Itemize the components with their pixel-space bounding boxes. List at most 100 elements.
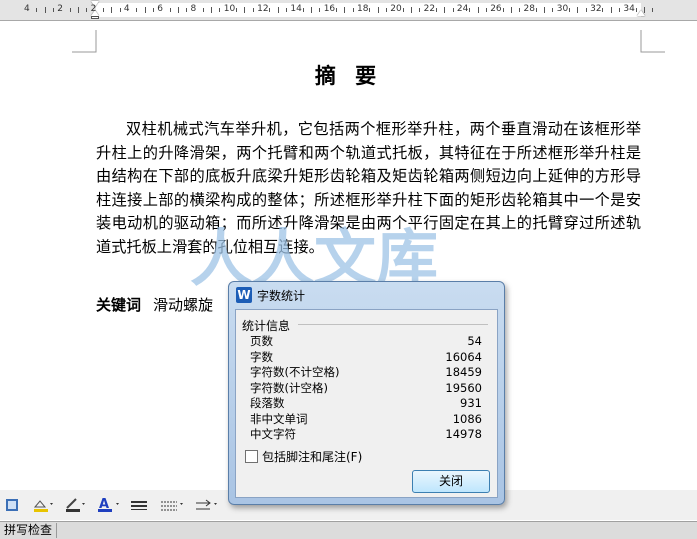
ruler-label: 32 [590,4,602,14]
ruler-label: 30 [556,4,569,14]
ruler-label: 24 [456,4,469,14]
ruler-tick [402,8,404,12]
select-objects-icon[interactable] [3,497,21,513]
ruler-tick [352,8,354,12]
wps-writer-icon: W [236,287,252,303]
ruler-tick [69,8,71,12]
ruler-tick [477,7,479,13]
statistics-group-label: 统计信息 [242,319,291,333]
arrow-style-icon[interactable] [195,497,221,513]
ruler-label: 6 [157,4,163,14]
group-divider [298,324,488,325]
ruler-tick [86,8,88,12]
ruler-label: 2 [57,4,64,14]
ruler-label: 4 [123,4,130,14]
ruler-tick [244,7,246,13]
ruler-tick [236,8,238,12]
ruler-tick [202,8,204,12]
horizontal-ruler[interactable]: 4 2 2 4 6 8 10 12 14 16 18 20 22 24 26 28 30 32 34 [0,0,697,21]
stat-value: 54 [467,334,482,348]
stat-value: 19560 [445,380,482,395]
ruler-tick [369,8,371,12]
ruler-tick [419,8,421,12]
stat-row: 中文字符 14978 [250,427,482,443]
stat-label: 中文字符 [250,427,296,441]
dialog-title: 字数统计 [257,289,306,303]
ruler-tick [410,7,412,13]
line-color-icon[interactable] [64,497,86,513]
stat-row: 非中文单词 1086 [250,412,482,428]
font-color-icon[interactable]: A [97,497,123,513]
ruler-label: 4 [24,4,30,14]
ruler-label: 12 [257,4,269,14]
ruler-tick [152,8,154,12]
close-button[interactable]: 关闭 [412,470,490,493]
status-bar: 拼写检查 [0,521,697,539]
stat-row: 字数 16064 [250,350,482,366]
ruler-label: 2 [90,4,97,14]
ruler-tick [585,8,587,12]
ruler-tick [44,7,46,13]
ruler-tick [144,7,146,13]
ruler-tick [485,8,487,12]
fill-color-icon[interactable] [32,497,54,513]
ruler-label: 22 [423,4,436,14]
keywords-label: 关键词 [96,296,142,314]
ruler-label: 10 [223,4,236,14]
page-corner-top-right [640,30,665,53]
ruler-tick [211,7,213,13]
include-footnotes-checkbox[interactable] [245,450,258,463]
dash-style-icon[interactable] [160,497,186,513]
ruler-label: 26 [490,4,502,14]
ruler-label: 8 [190,4,197,14]
spell-check-status[interactable]: 拼写检查 [0,523,58,538]
ruler-tick [252,8,254,12]
ruler-tick [510,7,512,13]
ruler-tick [619,8,621,12]
ruler-tick [319,8,321,12]
stat-value: 14978 [445,427,482,441]
ruler-tick [577,7,579,13]
stat-label: 字符数(计空格) [250,380,328,395]
dialog-titlebar[interactable]: W 字数统计 [229,282,504,308]
ruler-tick [635,8,637,12]
keywords-value: 滑动螺旋 [153,296,214,314]
ruler-tick [519,8,521,12]
include-footnotes-label[interactable]: 包括脚注和尾注(F) [262,448,362,465]
ruler-tick [344,7,346,13]
ruler-tick [186,8,188,12]
stat-row: 字符数(不计空格) 18459 [250,365,482,381]
stat-label: 字数 [250,349,273,364]
ruler-label: 16 [323,4,336,14]
ruler-tick [277,7,279,13]
ruler-label: 20 [390,4,402,14]
word-count-dialog: W 字数统计 统计信息 页数 54 字数 16064 字符数(不计空格) 18459 字符数… [228,281,505,505]
stat-row: 页数 54 [250,334,482,350]
ruler-tick [377,7,379,13]
stat-row: 字符数(计空格) 19560 [250,381,482,397]
keywords-line[interactable]: 关键词 滑动螺旋 [96,294,213,315]
ruler-tick [385,8,387,12]
stat-value: 1086 [452,411,482,426]
ruler-label: 18 [357,4,369,14]
ruler-tick [644,7,646,13]
stat-value: 16064 [445,349,482,364]
line-style-icon[interactable] [130,497,148,513]
ruler-tick [544,7,546,13]
ruler-tick [444,7,446,13]
stat-value: 931 [460,396,482,410]
ruler-tick [652,8,654,12]
stat-label: 页数 [250,334,273,348]
ruler-tick [177,7,179,13]
ruler-tick [336,8,338,12]
ruler-tick [286,8,288,12]
ruler-tick [219,8,221,12]
ruler-tick [169,8,171,12]
stat-label: 非中文单词 [250,411,308,426]
stat-label: 段落数 [250,396,285,410]
ruler-tick [569,8,571,12]
ruler-label: 34 [623,4,635,14]
document-title: 摘 要 [314,64,383,88]
page-corner-top-left [72,30,97,53]
abstract-paragraph[interactable]: 双柱机械式汽车举升机，它包括两个框形举升柱，两个垂直滑动在该框形举升柱上的升降滑… [96,118,641,260]
